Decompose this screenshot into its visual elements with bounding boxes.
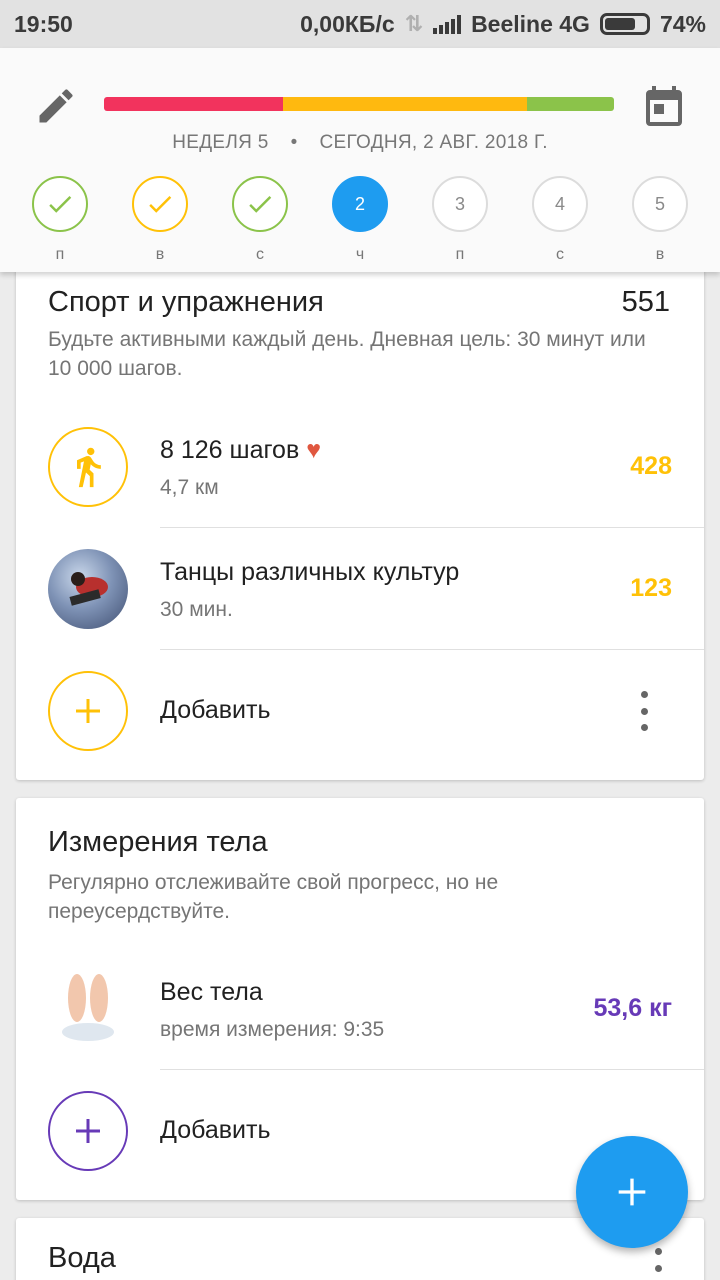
plus-icon <box>618 1178 646 1206</box>
body-card-title: Измерения тела <box>48 826 268 858</box>
add-fab-button[interactable] <box>576 1136 688 1248</box>
body-card-subtitle: Регулярно отслеживайте свой прогресс, но… <box>48 871 499 923</box>
day-number: 2 <box>332 176 388 232</box>
measurement-title: Вес тела <box>160 978 263 1006</box>
activity-title: 8 126 шагов ♥ <box>160 436 322 464</box>
add-activity-label: Добавить <box>160 696 271 724</box>
more-options-icon[interactable] <box>632 691 656 731</box>
day-label: ч <box>355 246 365 263</box>
measurement-time: время измерения: 9:35 <box>160 1018 385 1041</box>
add-activity-row[interactable]: Добавить <box>16 650 704 772</box>
day-number: 5 <box>632 176 688 232</box>
activity-row-dance[interactable]: Танцы различных культур 30 мин. 123 <box>16 528 704 650</box>
day-item[interactable]: п <box>30 176 90 264</box>
more-options-icon[interactable] <box>646 1248 670 1280</box>
check-icon <box>32 176 88 232</box>
data-arrows-icon: ⇅ <box>404 11 424 36</box>
progress-segment <box>527 97 614 111</box>
activity-row-steps[interactable]: 8 126 шагов ♥ 4,7 км 428 <box>16 406 704 528</box>
day-item[interactable]: 5в <box>630 176 690 264</box>
activity-subtitle: 4,7 км <box>160 476 219 499</box>
day-label: п <box>455 246 465 263</box>
signal-icon <box>433 14 462 34</box>
day-item[interactable]: 4с <box>530 176 590 264</box>
carrier-name: Beeline 4G <box>471 10 590 37</box>
day-label: в <box>155 246 165 263</box>
week-progress-bar <box>104 97 614 111</box>
calendar-icon[interactable] <box>640 82 688 130</box>
dance-photo <box>48 549 128 629</box>
progress-segment <box>282 97 528 111</box>
date-separator: • <box>290 132 298 153</box>
check-icon <box>132 176 188 232</box>
today-label: СЕГОДНЯ, 2 АВГ. 2018 Г. <box>319 132 548 153</box>
water-card-title: Вода <box>48 1242 116 1274</box>
date-line: НЕДЕЛЯ 5 • СЕГОДНЯ, 2 АВГ. 2018 Г. <box>0 132 720 154</box>
check-icon <box>232 176 288 232</box>
walking-icon <box>48 427 128 507</box>
day-item[interactable]: 3п <box>430 176 490 264</box>
add-measurement-plus-icon[interactable] <box>48 1091 128 1171</box>
sport-card-subtitle: Будьте активными каждый день. Дневная це… <box>48 328 646 380</box>
add-measurement-label: Добавить <box>160 1116 271 1144</box>
day-label: п <box>55 246 65 263</box>
activity-points: 123 <box>630 574 672 602</box>
day-number: 4 <box>532 176 588 232</box>
week-header: НЕДЕЛЯ 5 • СЕГОДНЯ, 2 АВГ. 2018 Г. пвс2ч3п… <box>0 48 720 272</box>
status-right: 0,00КБ/с ⇅ Beeline 4G 74% <box>300 11 706 38</box>
battery-icon <box>599 13 650 35</box>
activity-subtitle: 30 мин. <box>160 598 233 621</box>
activity-title: Танцы различных культур <box>160 558 460 586</box>
day-selector: пвс2ч3п4с5в <box>0 176 720 266</box>
pencil-icon[interactable] <box>34 84 78 128</box>
measurement-value: 53,6 кг <box>593 994 672 1022</box>
day-item[interactable]: 2ч <box>330 176 390 264</box>
day-label: с <box>556 246 564 263</box>
add-activity-plus-icon[interactable] <box>48 671 128 751</box>
day-item[interactable]: с <box>230 176 290 264</box>
heart-icon: ♥ <box>306 436 322 464</box>
body-card: Измерения тела Регулярно отслеживайте св… <box>16 798 704 1200</box>
status-bar: 19:50 0,00КБ/с ⇅ Beeline 4G 74% <box>0 0 720 48</box>
status-time: 19:50 <box>14 10 73 37</box>
progress-segment <box>104 97 283 111</box>
battery-percent: 74% <box>659 10 706 37</box>
day-label: в <box>655 246 665 263</box>
activity-points: 428 <box>630 452 672 480</box>
day-label: с <box>256 246 264 263</box>
sport-card: Спорт и упражнения 551 Будьте активными … <box>16 262 704 780</box>
measurement-row-weight[interactable]: Вес тела время измерения: 9:35 53,6 кг <box>16 948 704 1070</box>
day-number: 3 <box>432 176 488 232</box>
scale-photo <box>48 966 128 1046</box>
sport-card-title: Спорт и упражнения <box>48 286 324 318</box>
network-speed: 0,00КБ/с <box>300 10 395 37</box>
day-item[interactable]: в <box>130 176 190 264</box>
week-label: НЕДЕЛЯ 5 <box>172 132 269 153</box>
sport-card-score: 551 <box>621 286 670 318</box>
